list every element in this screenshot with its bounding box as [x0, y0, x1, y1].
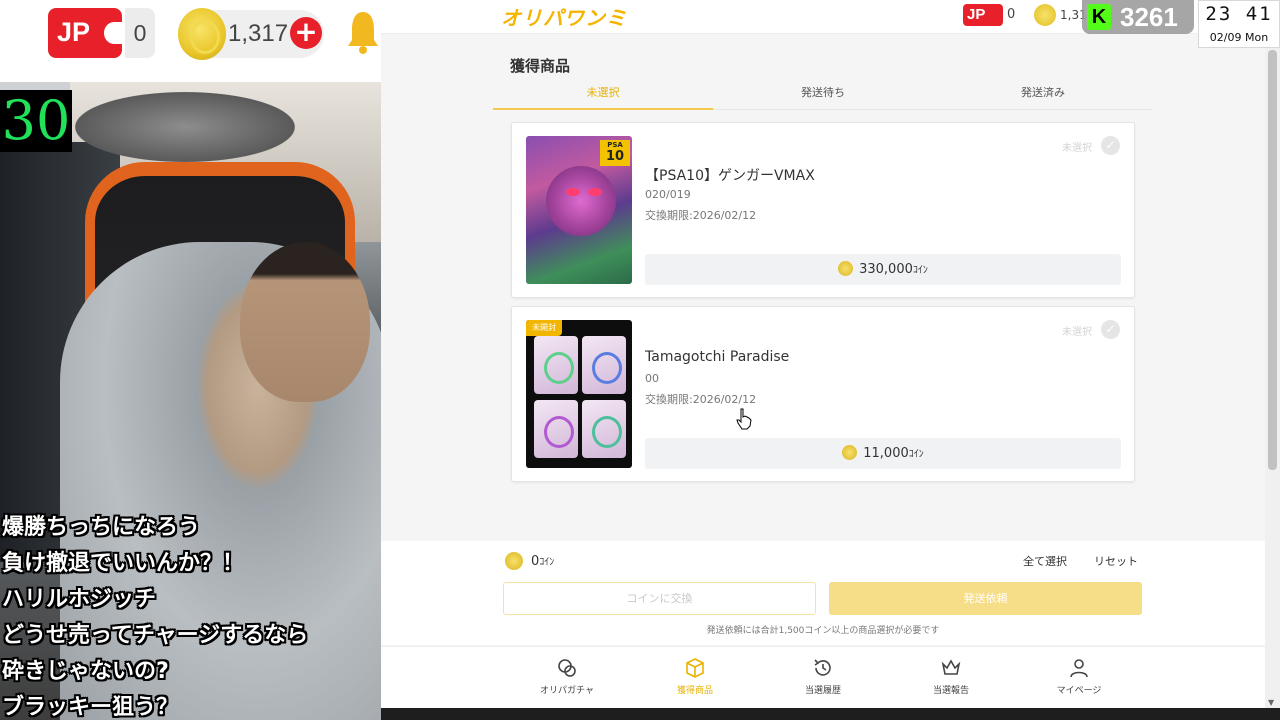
select-all-button[interactable]: 全て選択 — [1023, 553, 1067, 569]
chat-comment: ハリルホジッチ — [2, 587, 157, 612]
clock-widget: 23 41 02/09 Mon — [1198, 0, 1280, 48]
item-expiry: 交換期限:2026/02/12 — [645, 393, 757, 406]
app-logo[interactable]: オリパワンミ — [501, 2, 627, 31]
select-check-icon[interactable]: ✓ — [1101, 320, 1120, 339]
chat-comment: ブラッキー狙う？ — [2, 695, 179, 720]
item-card[interactable]: PSA 10 【PSA10】ゲンガーVMAX 020/019 交換期限:2026… — [511, 122, 1135, 298]
header-jp-badge: JP — [963, 4, 1003, 26]
nav-gacha[interactable]: オリパガチャ — [517, 657, 617, 696]
scroll-down-icon[interactable]: ▼ — [1268, 698, 1274, 707]
user-icon — [1070, 659, 1088, 678]
shipping-note: 発送依頼には合計1,500コイン以上の商品選択が必要です — [706, 626, 940, 636]
item-title: Tamagotchi Paradise — [645, 349, 790, 365]
item-number: 00 — [645, 372, 659, 385]
app-window: オリパワンミ JP 0 1,317 獲得商品 未選択 発送待ち 発送済み PSA… — [381, 0, 1280, 720]
chat-comment: どうせ売ってチャージするなら — [2, 623, 309, 648]
item-card[interactable]: 未開封 Tamagotchi Paradise 00 交換期限:2026/02/… — [511, 306, 1135, 482]
round-counter: 30 — [0, 89, 72, 152]
bottom-nav: オリパガチャ 獲得商品 当選履歴 当選報告 マイページ — [381, 646, 1265, 708]
page-title: 獲得商品 — [510, 57, 571, 75]
jp-label: JP — [57, 17, 91, 47]
viewer-count: 3261 — [1120, 2, 1178, 32]
coin-icon — [842, 445, 858, 460]
bell-icon — [348, 12, 378, 54]
nav-my-page[interactable]: マイページ — [1029, 657, 1129, 696]
chat-comment: 負け撤退でいいんか？！ — [2, 551, 245, 576]
jp-badge: JP — [48, 8, 124, 58]
coin-icon — [178, 8, 226, 60]
chat-comment: 砕きじゃないの? — [2, 659, 169, 684]
item-expiry: 交換期限:2026/02/12 — [645, 209, 757, 222]
tab-unselected[interactable]: 未選択 — [493, 82, 713, 110]
reset-button[interactable]: リセット — [1094, 553, 1138, 569]
status-tabs: 未選択 発送待ち 発送済み — [493, 82, 1152, 110]
gacha-icon — [558, 659, 576, 677]
tab-awaiting-shipment[interactable]: 発送待ち — [713, 82, 933, 110]
nav-acquired-items[interactable]: 獲得商品 — [645, 657, 745, 696]
item-image: PSA 10 — [526, 136, 632, 284]
exchange-coins-button[interactable]: コインに交換 — [503, 582, 816, 615]
clock-time: 23 41 — [1205, 3, 1273, 25]
add-coins-button[interactable]: + — [290, 17, 322, 49]
item-status: 未選択 — [1062, 143, 1092, 154]
psa-label: PSA 10 — [600, 140, 630, 166]
coin-count: 1,317 — [228, 20, 289, 47]
item-image: 未開封 — [526, 320, 632, 468]
item-status: 未選択 — [1062, 327, 1092, 338]
nav-win-history[interactable]: 当選履歴 — [773, 657, 873, 696]
tab-shipped[interactable]: 発送済み — [933, 82, 1153, 110]
stream-top-bar: JP 0 1,317 + — [0, 0, 381, 82]
scroll-thumb[interactable] — [1268, 50, 1277, 470]
selected-coins: 0ｺｲﾝ — [531, 554, 555, 569]
header-coin-icon — [1034, 4, 1056, 26]
box-icon — [686, 658, 704, 678]
chat-comments: 爆勝ちっちになろう 負け撤退でいいんか？！ ハリルホジッチ どうせ売ってチャージ… — [0, 510, 381, 720]
kick-viewers-badge: K 3261 — [1082, 0, 1194, 34]
kick-logo-icon: K — [1087, 4, 1111, 30]
item-price[interactable]: 330,000ｺｲﾝ — [645, 254, 1121, 285]
select-check-icon[interactable]: ✓ — [1101, 136, 1120, 155]
unopened-tag: 未開封 — [526, 320, 562, 336]
jp-count: 0 — [125, 8, 155, 58]
coin-icon — [505, 552, 523, 570]
chat-comment: 爆勝ちっちになろう — [2, 515, 201, 540]
item-price[interactable]: 11,000ｺｲﾝ — [645, 438, 1121, 469]
scrollbar[interactable]: ▲ ▼ — [1265, 34, 1280, 710]
nav-win-reports[interactable]: 当選報告 — [901, 657, 1001, 696]
hand-cursor-icon — [736, 408, 752, 430]
history-icon — [814, 659, 831, 676]
shipping-request-button[interactable]: 発送依頼 — [829, 582, 1142, 615]
header-jp-count: 0 — [1007, 7, 1016, 22]
app-footer — [381, 708, 1280, 720]
crown-icon — [941, 659, 961, 675]
clock-date: 02/09 Mon — [1209, 31, 1269, 44]
bottom-action-panel: 0ｺｲﾝ 全て選択 リセット コインに交換 発送依頼 発送依頼には合計1,500… — [381, 541, 1265, 645]
coin-icon — [838, 261, 854, 276]
item-number: 020/019 — [645, 188, 691, 201]
item-title: 【PSA10】ゲンガーVMAX — [645, 168, 815, 184]
